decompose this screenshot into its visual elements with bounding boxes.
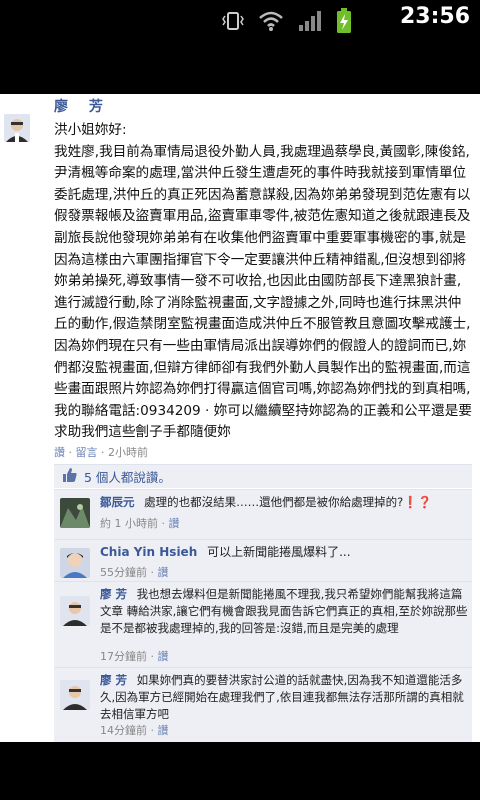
post-author-avatar[interactable] — [4, 114, 30, 142]
comment-body: 我也想去爆料但是新聞能捲風不理我,我只希望妳們能幫我將這篇文章 轉給洪家,讓它們… — [100, 587, 468, 635]
likes-count-text: 5 個人都說讚。 — [84, 470, 171, 485]
comment-like-link[interactable]: 讚 — [158, 650, 169, 663]
comment-item: 廖 芳 如果妳們真的要替洪家討公道的話就盡快,因為我不知道還能活多久,因為軍方已… — [54, 667, 472, 742]
signal-icon — [298, 10, 322, 36]
status-icons — [222, 8, 352, 38]
comment-avatar[interactable] — [60, 680, 90, 710]
comment-timestamp: 14分鐘前 — [100, 724, 147, 737]
vibrate-icon — [222, 10, 244, 36]
bottom-area — [0, 742, 480, 800]
comment-body: 如果妳們真的要替洪家討公道的話就盡快,因為我不知道還能活多久,因為軍方已經開始在… — [100, 673, 464, 721]
comment-avatar[interactable] — [60, 498, 90, 528]
post-text: 我姓廖,我目前為軍情局退役外勤人員,我處理過蔡學良,黃國彰,陳俊銘,尹清楓等命案… — [54, 143, 472, 441]
comment-avatar[interactable] — [60, 596, 90, 626]
comment-meta: 55分鐘前 · 讚 — [100, 566, 169, 579]
comment-timestamp: 55分鐘前 — [100, 566, 147, 579]
post-like-link[interactable]: 讚 — [54, 446, 65, 459]
comment-author[interactable]: 廖 芳 — [100, 587, 127, 601]
status-bar: 23:56 — [0, 0, 480, 38]
clock: 23:56 — [399, 4, 470, 29]
comment-meta: 約 1 小時前 · 讚 — [100, 517, 180, 530]
comment-author[interactable]: 鄒辰元 — [100, 495, 135, 509]
post-greeting: 洪小姐妳好: — [54, 122, 127, 138]
comment-like-link[interactable]: 讚 — [158, 724, 169, 737]
comment-avatar[interactable] — [60, 548, 90, 578]
comment-text: Chia Yin Hsieh 可以上新聞能捲風爆料了... — [100, 544, 468, 561]
comment-author[interactable]: Chia Yin Hsieh — [100, 545, 197, 559]
battery-charging-icon — [336, 8, 352, 38]
comment-timestamp: 17分鐘前 — [100, 650, 147, 663]
comment-text: 廖 芳 我也想去爆料但是新聞能捲風不理我,我只希望妳們能幫我將這篇文章 轉給洪家… — [100, 586, 468, 637]
app-header-area — [0, 38, 480, 94]
post-page: 廖 芳 洪小姐妳好: 我姓廖,我目前為軍情局退役外勤人員,我處理過蔡學良,黃國彰… — [0, 94, 480, 742]
comment-text: 鄒辰元 處理的也都沒結果……還他們都是被你給處理掉的?❗❓ — [100, 494, 468, 511]
post-author-name[interactable]: 廖 芳 — [54, 96, 111, 116]
post-comment-link[interactable]: 留言 — [76, 446, 98, 459]
comment-like-link[interactable]: 讚 — [169, 517, 180, 530]
comment-author[interactable]: 廖 芳 — [100, 673, 127, 687]
wifi-icon — [258, 10, 284, 36]
comment-item: 廖 芳 我也想去爆料但是新聞能捲風不理我,我只希望妳們能幫我將這篇文章 轉給洪家… — [54, 581, 472, 667]
post-timestamp: 2小時前 — [108, 446, 148, 459]
post-body: 洪小姐妳好: 我姓廖,我目前為軍情局退役外勤人員,我處理過蔡學良,黃國彰,陳俊銘… — [54, 120, 474, 444]
comment-timestamp: 約 1 小時前 — [100, 517, 158, 530]
comment-meta: 14分鐘前 · 讚 — [100, 724, 169, 737]
comment-body: 可以上新聞能捲風爆料了... — [207, 545, 351, 559]
comment-meta: 17分鐘前 · 讚 — [100, 650, 169, 663]
comment-like-link[interactable]: 讚 — [158, 566, 169, 579]
post-meta: 讚 · 留言 · 2小時前 — [54, 446, 148, 459]
comment-item: Chia Yin Hsieh 可以上新聞能捲風爆料了... 55分鐘前 · 讚 — [54, 539, 472, 581]
likes-summary[interactable]: 5 個人都說讚。 — [54, 464, 472, 488]
comment-text: 廖 芳 如果妳們真的要替洪家討公道的話就盡快,因為我不知道還能活多久,因為軍方已… — [100, 672, 468, 723]
comment-body: 處理的也都沒結果……還他們都是被你給處理掉的?❗❓ — [144, 495, 432, 509]
thumbs-up-icon — [62, 467, 78, 486]
comment-item: 鄒辰元 處理的也都沒結果……還他們都是被你給處理掉的?❗❓ 約 1 小時前 · … — [54, 489, 472, 539]
